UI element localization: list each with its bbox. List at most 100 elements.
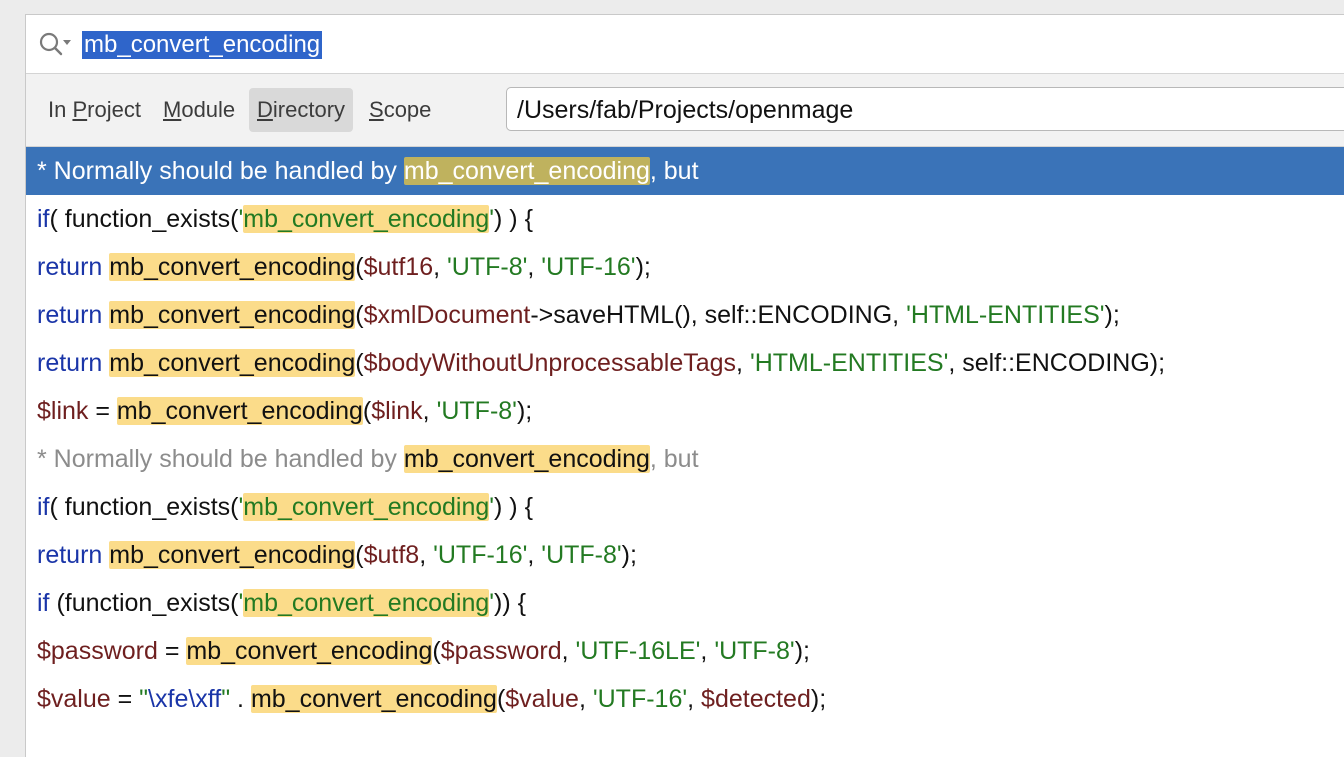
search-input[interactable]: mb_convert_encoding (82, 31, 323, 59)
tab-in-project[interactable]: In Project (40, 88, 149, 132)
code-token: $link (37, 397, 89, 425)
code-token: ( (355, 253, 364, 281)
result-row[interactable]: return mb_convert_encoding($bodyWithoutU… (26, 339, 1344, 387)
code-token: , (422, 397, 437, 425)
result-row[interactable]: $value = "\xfe\xff" . mb_convert_encodin… (26, 675, 1344, 723)
tab-label-post: cope (383, 97, 432, 122)
code-token: . (230, 685, 251, 713)
code-token: * Normally should be handled by (37, 445, 404, 473)
code-token: ); (635, 253, 651, 281)
directory-path-field[interactable]: /Users/fab/Projects/openmage (506, 87, 1344, 131)
code-token: 'UTF-8' (714, 637, 795, 665)
result-row[interactable]: return mb_convert_encoding($utf16, 'UTF-… (26, 243, 1344, 291)
code-token: , (561, 637, 576, 665)
result-row[interactable]: $link = mb_convert_encoding($link, 'UTF-… (26, 387, 1344, 435)
code-token: ); (1104, 301, 1120, 329)
code-token: , (700, 637, 715, 665)
code-token: return (37, 541, 110, 569)
code-token: ( (432, 637, 441, 665)
tab-label-post: odule (181, 97, 236, 122)
match-highlight: mb_convert_encoding (109, 349, 356, 377)
result-row[interactable]: return mb_convert_encoding($xmlDocument-… (26, 291, 1344, 339)
code-token: ); (810, 685, 827, 713)
code-token: (function_exists( (56, 589, 239, 617)
result-row[interactable]: return mb_convert_encoding($utf8, 'UTF-1… (26, 531, 1344, 579)
code-token: )) { (494, 589, 526, 617)
result-row[interactable]: $password = mb_convert_encoding($passwor… (26, 627, 1344, 675)
code-token: $bodyWithoutUnprocessableTags (363, 349, 737, 377)
code-token: $link (371, 397, 423, 425)
tab-scope[interactable]: Scope (361, 88, 439, 132)
result-row[interactable]: * Normally should be handled by mb_conve… (26, 435, 1344, 483)
code-token: ( (355, 349, 364, 377)
code-token: ) ) { (494, 205, 533, 233)
code-token: ); (516, 397, 533, 425)
match-highlight: mb_convert_encoding (243, 493, 490, 521)
code-token: 'UTF-8' (541, 541, 622, 569)
code-token: ); (621, 541, 637, 569)
code-token: if (37, 205, 50, 233)
code-token: " (139, 685, 149, 713)
tab-label-pre: In (48, 97, 73, 122)
code-token: $value (37, 685, 111, 713)
tab-mnemonic: P (72, 97, 88, 122)
result-row-selected[interactable]: * Normally should be handled by mb_conve… (26, 147, 1344, 195)
result-row[interactable]: if (function_exists('mb_convert_encoding… (26, 579, 1344, 627)
code-token: , but (649, 445, 699, 473)
code-token: , but (649, 157, 699, 185)
code-token: ( function_exists( (49, 205, 239, 233)
code-token: , (687, 685, 702, 713)
code-token: 'UTF-8' (436, 397, 517, 425)
code-token: , (433, 253, 448, 281)
code-token: 'UTF-16' (592, 685, 688, 713)
code-token: * Normally should be handled by (37, 157, 404, 185)
result-row[interactable]: if( function_exists('mb_convert_encoding… (26, 483, 1344, 531)
code-token: ->saveHTML(), self::ENCODING, (530, 301, 907, 329)
tab-mnemonic: M (163, 97, 182, 122)
find-in-path-panel: mb_convert_encoding In Project Module Di… (25, 14, 1344, 757)
code-token: return (37, 301, 110, 329)
code-token: , (736, 349, 750, 377)
code-token: = (88, 397, 117, 425)
code-token: if (37, 589, 57, 617)
tab-directory[interactable]: Directory (249, 88, 354, 132)
code-token: if (37, 493, 50, 521)
code-token: $value (505, 685, 579, 713)
code-token: return (37, 349, 110, 377)
code-token: = (110, 685, 140, 713)
code-token: 'HTML-ENTITIES' (906, 301, 1105, 329)
search-results-list: * Normally should be handled by mb_conve… (26, 147, 1344, 723)
search-history-icon[interactable] (38, 31, 74, 57)
code-token: 'UTF-16' (433, 541, 528, 569)
match-highlight: mb_convert_encoding (186, 637, 433, 665)
match-highlight: mb_convert_encoding (403, 157, 650, 185)
tab-mnemonic: S (369, 97, 384, 122)
code-token: = (157, 637, 187, 665)
tab-label-post: irectory (272, 97, 346, 122)
code-token: ) ) { (494, 493, 533, 521)
code-token: , (419, 541, 434, 569)
code-token: 'UTF-16' (541, 253, 636, 281)
tab-module[interactable]: Module (155, 88, 243, 132)
match-highlight: mb_convert_encoding (116, 397, 363, 425)
code-token: ( (355, 541, 364, 569)
code-token: ( (355, 301, 364, 329)
search-bar: mb_convert_encoding (26, 15, 1344, 74)
match-highlight: mb_convert_encoding (109, 541, 356, 569)
code-token: $password (440, 637, 562, 665)
code-token: 'UTF-16LE' (575, 637, 701, 665)
scope-selector: In Project Module Directory Scope /Users… (26, 74, 1344, 147)
code-token: , self::ENCODING); (948, 349, 1166, 377)
code-token: $password (37, 637, 158, 665)
match-highlight: mb_convert_encoding (250, 685, 497, 713)
tab-label-post: roject (87, 97, 141, 122)
code-token: , (527, 253, 542, 281)
code-token: return (37, 253, 110, 281)
result-row[interactable]: if( function_exists('mb_convert_encoding… (26, 195, 1344, 243)
code-token: $xmlDocument (363, 301, 531, 329)
match-highlight: mb_convert_encoding (243, 205, 490, 233)
match-highlight: mb_convert_encoding (243, 589, 490, 617)
code-token: ( function_exists( (49, 493, 239, 521)
tab-mnemonic: D (257, 97, 273, 122)
code-token: ); (794, 637, 810, 665)
